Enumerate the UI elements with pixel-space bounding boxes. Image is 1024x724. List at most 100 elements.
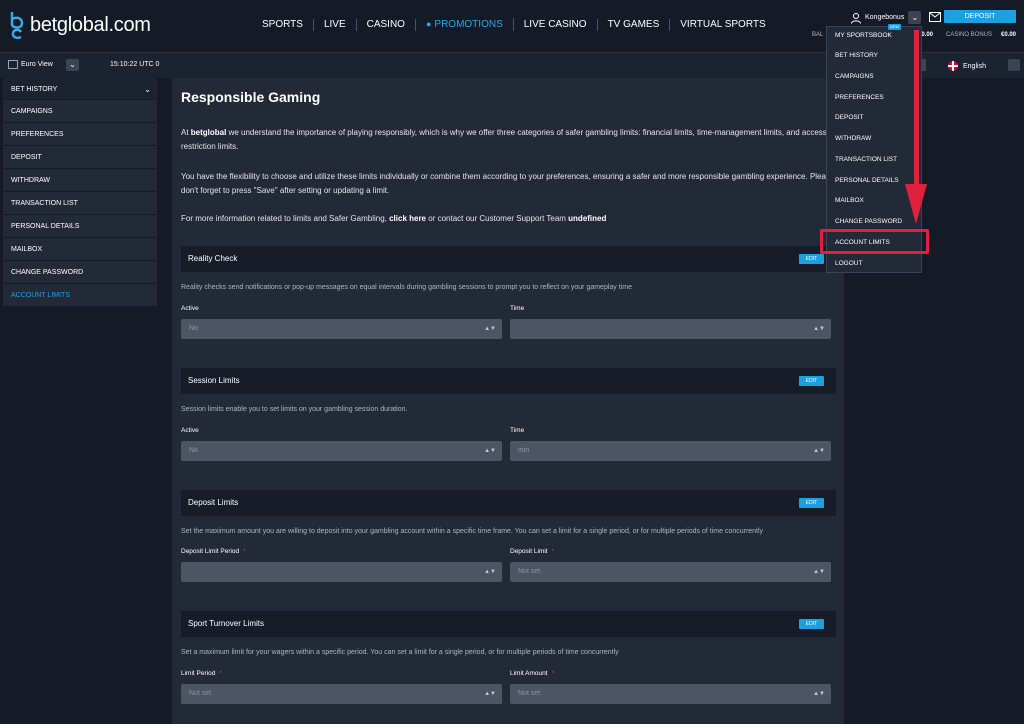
- reality-check-active-select[interactable]: No ▲▼: [181, 319, 502, 339]
- menu-item-bet-history[interactable]: BET HISTORY: [835, 52, 878, 59]
- field-label: Time: [510, 305, 525, 312]
- new-badge: NEW: [888, 24, 901, 30]
- nav-casino[interactable]: CASINO: [357, 18, 416, 31]
- updown-icon: ▲▼: [484, 326, 496, 332]
- section-title: Reality Check: [188, 254, 238, 263]
- user-icon: [851, 12, 861, 24]
- deposit-limit-select[interactable]: Not set ▲▼: [510, 562, 831, 582]
- field-label: Time: [510, 427, 525, 434]
- menu-item-deposit[interactable]: DEPOSIT: [835, 114, 864, 121]
- field-label: Deposit Limit Period *: [181, 548, 246, 555]
- field-label: Active: [181, 305, 199, 312]
- user-menu-toggle[interactable]: Kongebonus ⌄: [850, 11, 922, 24]
- updown-icon: ▲▼: [484, 448, 496, 454]
- select-value: No: [189, 447, 198, 454]
- session-limits-edit-button[interactable]: EDIT: [799, 376, 824, 386]
- flexibility-paragraph: You have the flexibility to choose and u…: [181, 172, 835, 195]
- reality-check-header: Reality Check EDIT: [181, 246, 836, 272]
- sport-turnover-edit-button[interactable]: EDIT: [799, 619, 824, 629]
- nav-promotions[interactable]: ● PROMOTIONS: [416, 18, 514, 31]
- sidebar-item-withdraw[interactable]: WITHDRAW: [3, 169, 157, 192]
- session-limits-description: Session limits enable you to set limits …: [181, 406, 408, 413]
- updown-icon: ▲▼: [484, 569, 496, 575]
- menu-item-campaigns[interactable]: CAMPAIGNS: [835, 73, 874, 80]
- balance-label: BAL: [812, 32, 824, 38]
- field-label: Deposit Limit *: [510, 548, 555, 555]
- sidebar-item-bet-history[interactable]: BET HISTORY ⌄: [3, 78, 157, 100]
- nav-virtual-sports[interactable]: VIRTUAL SPORTS: [670, 19, 775, 31]
- limit-amount-select[interactable]: Not set ▲▼: [510, 684, 831, 704]
- flame-icon: ●: [425, 19, 432, 29]
- reality-check-description: Reality checks send notifications or pop…: [181, 284, 632, 291]
- chevron-down-icon: ⌄: [144, 85, 151, 94]
- updown-icon: ▲▼: [484, 691, 496, 697]
- brand-name: betglobal.com: [30, 13, 151, 36]
- nav-live[interactable]: LIVE: [314, 18, 357, 31]
- sidebar-item-label: BET HISTORY: [11, 86, 58, 93]
- sidebar-item-change-password[interactable]: CHANGE PASSWORD: [3, 261, 157, 284]
- field-label: Limit Amount *: [510, 670, 555, 677]
- deposit-button[interactable]: DEPOSIT: [944, 10, 1016, 23]
- session-limits-header: Session Limits EDIT: [181, 368, 836, 394]
- select-value: min: [518, 447, 530, 454]
- updown-icon: ▲▼: [813, 448, 825, 454]
- updown-icon: ▲▼: [813, 569, 825, 575]
- main-nav: SPORTS LIVE CASINO ● PROMOTIONS LIVE CASI…: [252, 18, 776, 31]
- annotation-arrow-shaft: [914, 30, 919, 190]
- menu-item-transaction-list[interactable]: TRANSACTION LIST: [835, 156, 897, 163]
- reality-check-time-select[interactable]: ▲▼: [510, 319, 831, 339]
- menu-item-change-password[interactable]: CHANGE PASSWORD: [835, 218, 902, 225]
- account-sidebar: BET HISTORY ⌄ CAMPAIGNS PREFERENCES DEPOS…: [3, 78, 157, 307]
- nav-sports[interactable]: SPORTS: [252, 18, 314, 31]
- page-title: Responsible Gaming: [181, 89, 321, 105]
- deposit-limits-description: Set the maximum amount you are willing t…: [181, 528, 764, 535]
- menu-item-preferences[interactable]: PREFERENCES: [835, 94, 884, 101]
- brand-logo[interactable]: betglobal.com: [8, 10, 151, 40]
- support-team-value: undefined: [568, 214, 607, 223]
- menu-item-my-sportsbook[interactable]: MY SPORTSBOOK: [835, 32, 892, 39]
- betglobal-logo-icon: [10, 12, 24, 40]
- account-limits-highlight-box: [820, 229, 929, 254]
- sidebar-item-deposit[interactable]: DEPOSIT: [3, 146, 157, 169]
- sidebar-item-mailbox[interactable]: MAILBOX: [3, 238, 157, 261]
- nav-live-casino[interactable]: LIVE CASINO: [514, 18, 598, 31]
- select-value: Not set: [189, 690, 212, 697]
- sidebar-item-campaigns[interactable]: CAMPAIGNS: [3, 100, 157, 123]
- select-value: No: [189, 325, 198, 332]
- view-selector-label[interactable]: Euro View: [21, 61, 53, 68]
- brand-mention: betglobal: [190, 128, 227, 137]
- menu-item-withdraw[interactable]: WITHDRAW: [835, 135, 871, 142]
- session-limits-active-select[interactable]: No ▲▼: [181, 441, 502, 461]
- updown-icon: ▲▼: [813, 326, 825, 332]
- menu-item-personal-details[interactable]: PERSONAL DETAILS: [835, 177, 899, 184]
- casino-bonus-label: CASINO BONUS: [946, 32, 993, 38]
- nav-tv-games[interactable]: TV GAMES: [598, 18, 671, 31]
- sidebar-item-transaction-list[interactable]: TRANSACTION LIST: [3, 192, 157, 215]
- clock: 15:10:22 UTC 0: [110, 61, 160, 68]
- casino-bonus-value: €0.00: [1001, 32, 1017, 38]
- info-paragraph: For more information related to limits a…: [181, 214, 607, 223]
- sidebar-item-account-limits[interactable]: ACCOUNT LIMITS: [3, 284, 157, 307]
- click-here-link[interactable]: click here: [389, 214, 426, 223]
- sidebar-item-personal-details[interactable]: PERSONAL DETAILS: [3, 215, 157, 238]
- sidebar-item-preferences[interactable]: PREFERENCES: [3, 123, 157, 146]
- sport-turnover-description: Set a maximum limit for your wagers with…: [181, 649, 619, 656]
- reality-check-edit-button[interactable]: EDIT: [799, 254, 824, 264]
- field-label: Active: [181, 427, 199, 434]
- deposit-limits-header: Deposit Limits EDIT: [181, 490, 836, 516]
- language-selector[interactable]: English: [948, 61, 986, 71]
- select-value: Not set: [518, 568, 541, 575]
- menu-item-mailbox[interactable]: MAILBOX: [835, 197, 864, 204]
- deposit-limit-period-select[interactable]: ▲▼: [181, 562, 502, 582]
- chevron-down-icon[interactable]: ⌄: [66, 59, 79, 71]
- language-caret[interactable]: [1008, 59, 1020, 71]
- section-title: Session Limits: [188, 376, 240, 385]
- limit-period-select[interactable]: Not set ▲▼: [181, 684, 502, 704]
- updown-icon: ▲▼: [813, 691, 825, 697]
- deposit-limits-edit-button[interactable]: EDIT: [799, 498, 824, 508]
- menu-item-logout[interactable]: LOGOUT: [835, 260, 862, 267]
- nav-promotions-label: PROMOTIONS: [434, 19, 503, 30]
- mail-icon[interactable]: [929, 12, 941, 22]
- chevron-down-icon[interactable]: ⌄: [908, 11, 922, 24]
- session-limits-time-select[interactable]: min ▲▼: [510, 441, 831, 461]
